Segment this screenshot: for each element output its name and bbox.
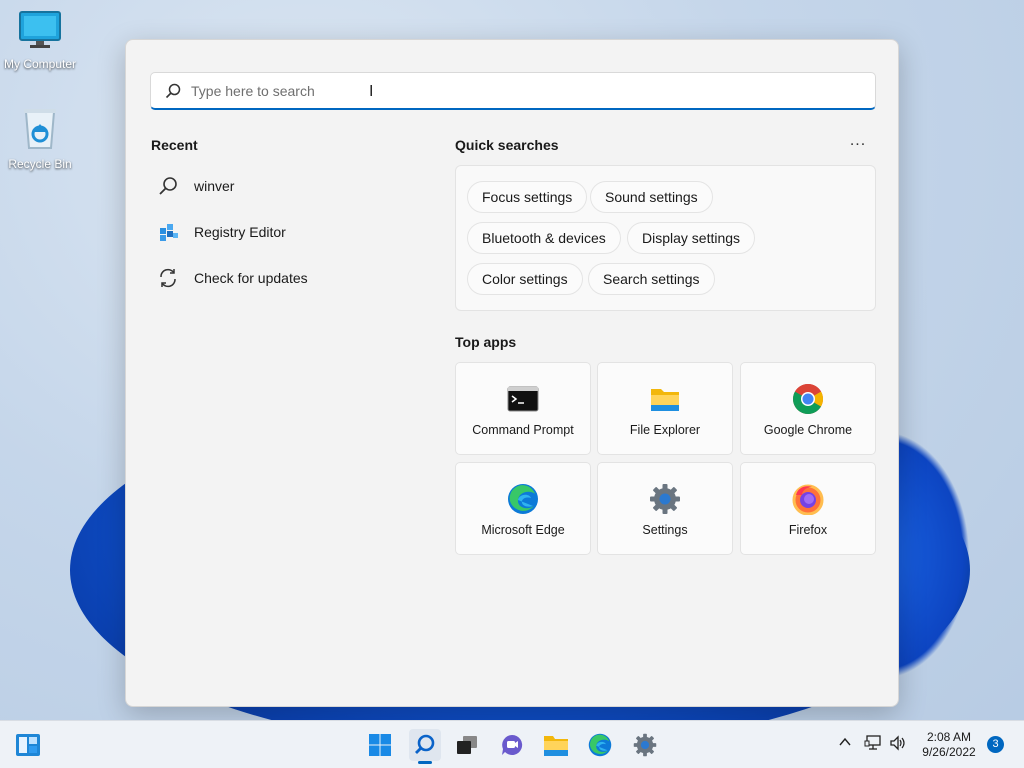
taskbar-search-button[interactable] (409, 729, 441, 764)
app-tile-google-chrome[interactable]: Google Chrome (740, 362, 876, 455)
search-box[interactable]: I (150, 72, 876, 110)
taskbar: 2:08 AM 9/26/2022 (0, 720, 1024, 768)
search-panel: I Recent winver Registry Editor (125, 39, 899, 707)
chip-focus-settings[interactable]: Focus settings (467, 181, 588, 213)
taskbar-edge-button[interactable] (584, 729, 616, 761)
chip-sound-settings[interactable]: Sound settings (590, 181, 713, 213)
clock-button[interactable]: 2:08 AM 9/26/2022 (916, 730, 982, 760)
recent-title: Recent (151, 137, 198, 153)
recent-item-winver[interactable]: winver (156, 168, 416, 204)
edge-icon (588, 733, 612, 757)
recent-item-check-for-updates[interactable]: Check for updates (156, 260, 416, 296)
volume-button[interactable] (889, 735, 907, 754)
chip-display-settings[interactable]: Display settings (627, 222, 756, 254)
quick-searches-card: Focus settings Sound settings Bluetooth … (455, 165, 876, 311)
app-tile-firefox[interactable]: Firefox (740, 462, 876, 555)
search-input[interactable] (191, 73, 851, 109)
network-icon (864, 735, 881, 750)
desktop-icon-recycle-bin[interactable]: Recycle Bin (0, 106, 80, 171)
app-tile-command-prompt[interactable]: Command Prompt (455, 362, 591, 455)
app-tile-microsoft-edge[interactable]: Microsoft Edge (455, 462, 591, 555)
teams-chat-icon (502, 734, 523, 755)
recent-item-label: Check for updates (194, 270, 308, 286)
chevron-up-icon (839, 737, 851, 746)
task-view-button[interactable] (451, 729, 483, 761)
desktop-icon-label: My Computer (3, 57, 77, 71)
command-prompt-icon (507, 386, 539, 412)
file-explorer-icon (544, 736, 568, 756)
network-button[interactable] (864, 735, 882, 754)
recent-item-registry-editor[interactable]: Registry Editor (156, 214, 416, 250)
widgets-icon (16, 734, 40, 756)
settings-gear-icon (650, 484, 680, 514)
teams-chat-button[interactable] (496, 729, 528, 761)
more-options-button[interactable]: ... (846, 133, 870, 154)
search-icon (415, 734, 435, 754)
text-cursor-icon: I (369, 83, 374, 100)
app-tile-label: Firefox (788, 523, 828, 537)
search-icon (165, 83, 181, 99)
app-tile-label: Command Prompt (472, 423, 574, 437)
chrome-icon (792, 383, 824, 415)
refresh-icon (160, 268, 176, 288)
settings-gear-icon (633, 733, 657, 757)
app-tile-label: File Explorer (629, 423, 701, 437)
app-tile-label: Settings (642, 523, 688, 537)
chip-bluetooth-devices[interactable]: Bluetooth & devices (467, 222, 621, 254)
speaker-icon (890, 735, 905, 751)
registry-editor-icon (160, 224, 178, 241)
recent-item-label: winver (194, 178, 235, 194)
chip-color-settings[interactable]: Color settings (467, 263, 583, 295)
quick-searches-title: Quick searches (455, 137, 559, 153)
file-explorer-icon (651, 389, 679, 411)
show-hidden-icons-button[interactable] (838, 735, 852, 752)
app-tile-file-explorer[interactable]: File Explorer (597, 362, 733, 455)
firefox-icon (792, 484, 824, 515)
search-icon (159, 177, 177, 195)
app-tile-settings[interactable]: Settings (597, 462, 733, 555)
widgets-button[interactable] (12, 729, 44, 761)
recycle-bin-icon (24, 109, 56, 149)
app-tile-label: Google Chrome (763, 423, 853, 437)
clock-date: 9/26/2022 (922, 745, 976, 759)
start-icon (369, 734, 391, 756)
taskbar-file-explorer-button[interactable] (540, 729, 572, 761)
task-view-icon (457, 736, 477, 754)
recent-item-label: Registry Editor (194, 224, 286, 240)
app-tile-label: Microsoft Edge (481, 523, 565, 537)
start-button[interactable] (364, 729, 396, 761)
desktop-icon-my-computer[interactable]: My Computer (0, 10, 80, 71)
taskbar-settings-button[interactable] (629, 729, 661, 761)
desktop-icon-label: Recycle Bin (8, 157, 72, 171)
top-apps-title: Top apps (455, 334, 517, 350)
edge-icon (508, 484, 538, 514)
monitor-icon (19, 11, 61, 48)
clock-time: 2:08 AM (926, 730, 972, 744)
notification-badge[interactable]: 3 (987, 736, 1004, 753)
chip-search-settings[interactable]: Search settings (588, 263, 715, 295)
